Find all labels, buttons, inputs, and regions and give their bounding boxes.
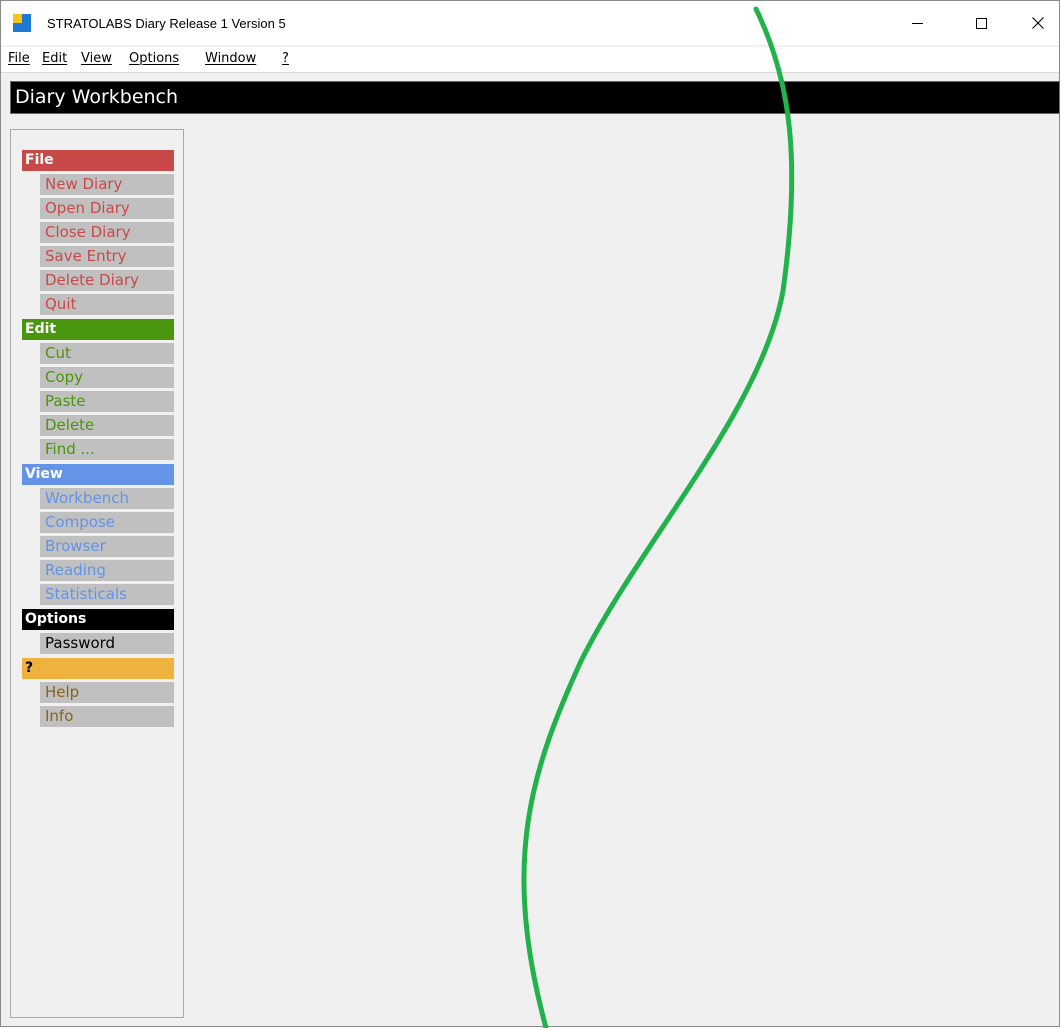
menu-bar: File Edit View Options Window ? bbox=[1, 47, 1059, 73]
menu-view[interactable]: View bbox=[81, 51, 112, 66]
sidebar-item-new-diary[interactable]: New Diary bbox=[40, 174, 174, 195]
sidebar-item-info[interactable]: Info bbox=[40, 706, 174, 727]
sidebar-item-password[interactable]: Password bbox=[40, 633, 174, 654]
menu-window[interactable]: Window bbox=[205, 51, 256, 66]
minimize-icon bbox=[911, 22, 923, 24]
sidebar-section-help: ? bbox=[22, 658, 174, 679]
menu-help[interactable]: ? bbox=[282, 51, 289, 66]
sidebar-section-edit: Edit bbox=[22, 319, 174, 340]
sidebar-section-view: View bbox=[22, 464, 174, 485]
page-title: Diary Workbench bbox=[15, 86, 179, 108]
menu-file[interactable]: File bbox=[8, 51, 30, 66]
app-window: STRATOLABS Diary Release 1 Version 5 Fil… bbox=[0, 0, 1060, 1028]
sidebar-item-cut[interactable]: Cut bbox=[40, 343, 174, 364]
maximize-icon bbox=[975, 17, 987, 29]
sidebar-item-reading[interactable]: Reading bbox=[40, 560, 174, 581]
close-button[interactable] bbox=[1015, 1, 1060, 45]
sidebar-item-help[interactable]: Help bbox=[40, 682, 174, 703]
sidebar-item-open-diary[interactable]: Open Diary bbox=[40, 198, 174, 219]
sidebar-item-statisticals[interactable]: Statisticals bbox=[40, 584, 174, 605]
sidebar-item-workbench[interactable]: Workbench bbox=[40, 488, 174, 509]
sidebar-item-find[interactable]: Find ... bbox=[40, 439, 174, 460]
sidebar-item-quit[interactable]: Quit bbox=[40, 294, 174, 315]
sidebar-panel: File New Diary Open Diary Close Diary Save E… bbox=[10, 129, 184, 1018]
app-icon bbox=[13, 14, 31, 32]
sidebar-section-file: File bbox=[22, 150, 174, 171]
sidebar-item-compose[interactable]: Compose bbox=[40, 512, 174, 533]
sidebar-section-options: Options bbox=[22, 609, 174, 630]
sidebar-item-close-diary[interactable]: Close Diary bbox=[40, 222, 174, 243]
window-title: STRATOLABS Diary Release 1 Version 5 bbox=[47, 16, 286, 31]
workbench-header: Diary Workbench bbox=[10, 81, 1060, 114]
sidebar-item-copy[interactable]: Copy bbox=[40, 367, 174, 388]
menu-edit[interactable]: Edit bbox=[42, 51, 67, 66]
minimize-button[interactable] bbox=[894, 1, 940, 45]
sidebar-item-delete-diary[interactable]: Delete Diary bbox=[40, 270, 174, 291]
sidebar-item-paste[interactable]: Paste bbox=[40, 391, 174, 412]
sidebar-item-save-entry[interactable]: Save Entry bbox=[40, 246, 174, 267]
menu-options[interactable]: Options bbox=[129, 51, 179, 66]
sidebar-item-browser[interactable]: Browser bbox=[40, 536, 174, 557]
maximize-button[interactable] bbox=[958, 1, 1004, 45]
sidebar-item-delete[interactable]: Delete bbox=[40, 415, 174, 436]
title-bar[interactable]: STRATOLABS Diary Release 1 Version 5 bbox=[1, 1, 1059, 45]
close-icon bbox=[1032, 17, 1044, 29]
